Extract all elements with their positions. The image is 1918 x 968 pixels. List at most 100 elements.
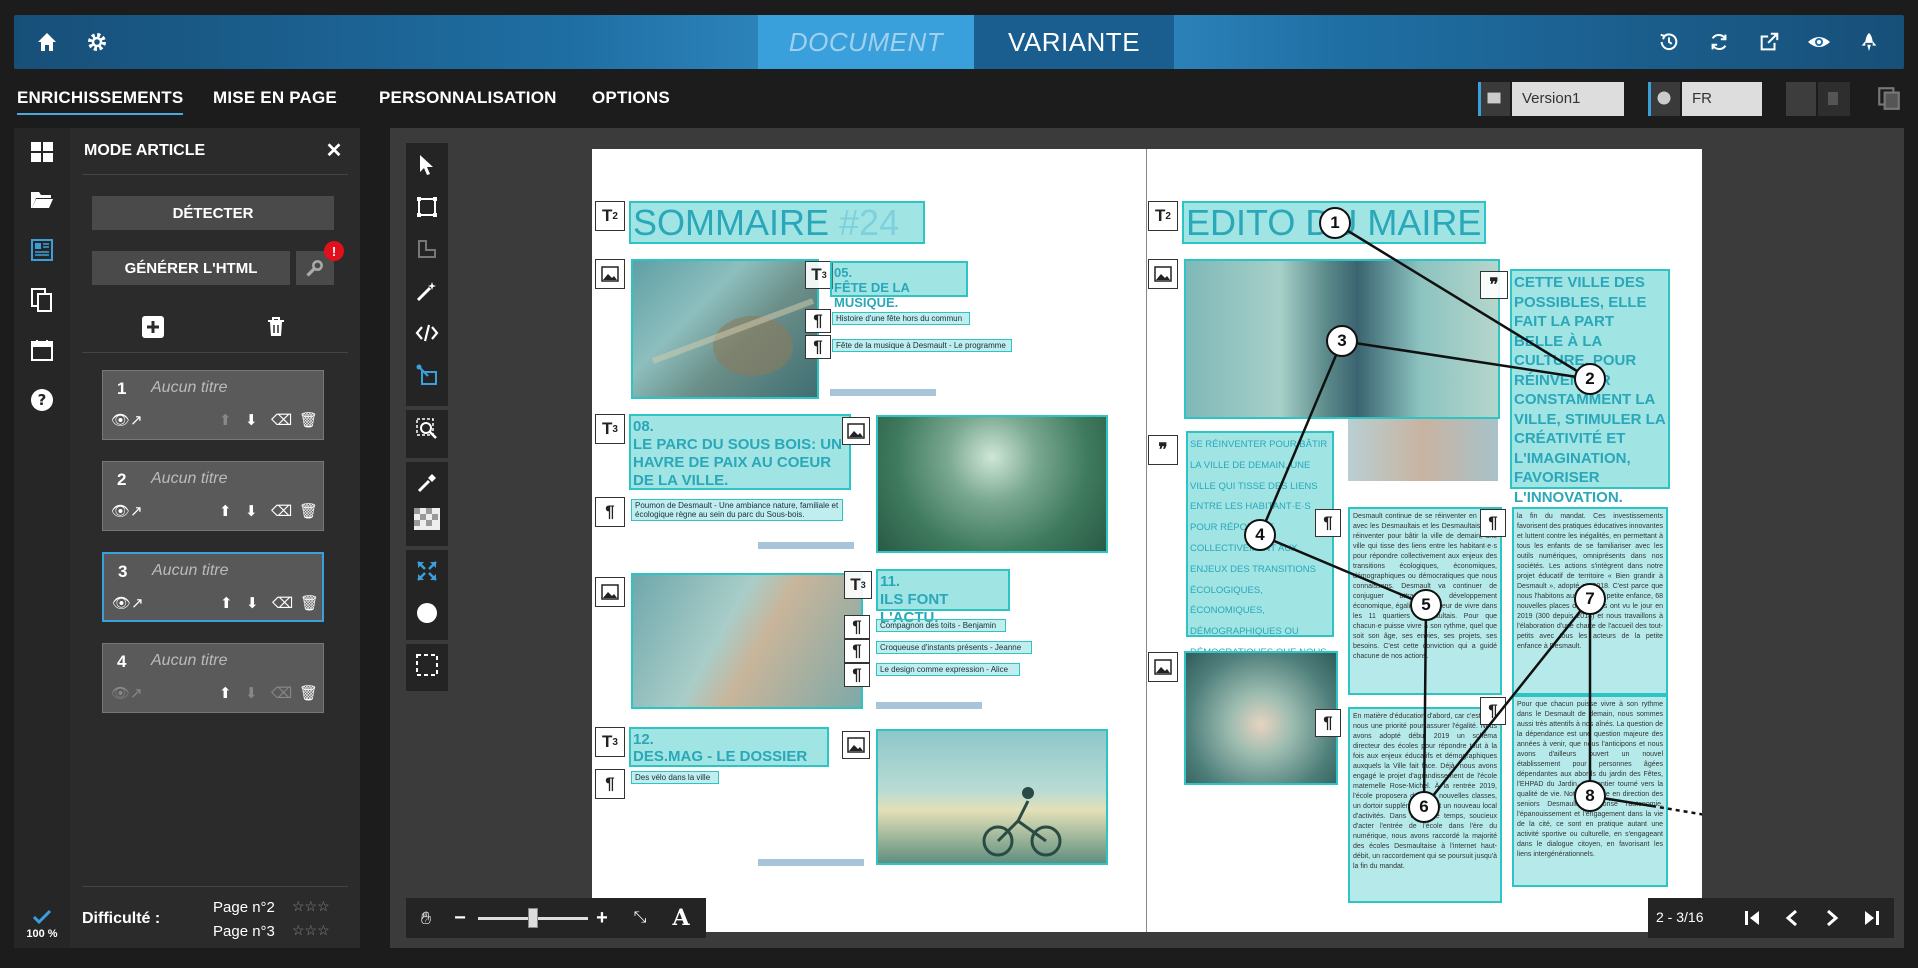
article-title[interactable]: Aucun titre xyxy=(151,470,227,488)
progress-label: 100 % xyxy=(26,928,58,940)
delete-icon[interactable]: 🗑︎ xyxy=(299,411,318,429)
magic-wand-icon[interactable] xyxy=(406,272,448,310)
order-marker-2[interactable]: 2 xyxy=(1574,363,1606,395)
pages-icon[interactable] xyxy=(28,286,56,314)
rocket-icon[interactable] xyxy=(1854,27,1884,57)
panel-title: MODE ARTICLE xyxy=(84,142,206,159)
fit-page-icon[interactable]: ⤡ xyxy=(628,906,652,930)
detect-button[interactable]: DÉTECTER xyxy=(92,196,334,230)
move-up-icon[interactable]: ⬆ xyxy=(219,502,232,520)
move-down-icon[interactable]: ⬇ xyxy=(246,594,259,612)
check-icon xyxy=(30,908,54,926)
divider xyxy=(82,174,348,175)
article-mode-icon[interactable] xyxy=(28,236,56,264)
delete-icon[interactable]: 🗑︎ xyxy=(300,594,319,612)
move-down-icon[interactable]: ⬇ xyxy=(245,502,258,520)
order-marker-1[interactable]: 1 xyxy=(1319,207,1351,239)
refresh-icon[interactable] xyxy=(1704,27,1734,57)
eraser-icon[interactable]: ⌫ xyxy=(271,411,292,429)
globe-icon xyxy=(1648,82,1680,116)
gear-icon[interactable] xyxy=(82,27,112,57)
generate-html-button[interactable]: GÉNÉRER L'HTML xyxy=(92,251,290,285)
eraser-icon[interactable]: ⌫ xyxy=(271,502,292,520)
add-article-icon[interactable] xyxy=(142,316,164,338)
article-card-2[interactable]: 2 Aucun titre 👁︎↗ ⬆ ⬇ ⌫ 🗑︎ xyxy=(102,461,324,531)
zoom-out-icon[interactable]: − xyxy=(450,906,470,930)
article-number: 1 xyxy=(117,379,127,398)
code-icon[interactable] xyxy=(406,314,448,352)
article-title[interactable]: Aucun titre xyxy=(151,379,227,397)
article-card-1[interactable]: 1 Aucun titre 👁︎↗ ⬆ ⬇ ⌫ 🗑︎ xyxy=(102,370,324,440)
transparency-icon[interactable] xyxy=(406,500,448,538)
zoom-slider-thumb[interactable] xyxy=(528,908,538,928)
double-page-toggle[interactable] xyxy=(1818,82,1850,116)
dashed-select-icon[interactable] xyxy=(406,646,448,684)
circle-icon[interactable] xyxy=(406,594,448,632)
tab-document[interactable]: DOCUMENT xyxy=(758,15,974,69)
order-marker-6[interactable]: 6 xyxy=(1408,791,1440,823)
help-icon[interactable]: ? xyxy=(28,386,56,414)
order-marker-5[interactable]: 5 xyxy=(1410,589,1442,621)
hand-tool-icon[interactable]: ✋︎ xyxy=(414,906,438,930)
wrench-icon xyxy=(306,260,323,277)
difficulty-stars[interactable]: ☆☆☆ xyxy=(292,898,330,915)
trash-icon[interactable] xyxy=(266,316,286,338)
eye-icon[interactable] xyxy=(1804,27,1834,57)
single-page-toggle[interactable] xyxy=(1786,82,1816,116)
article-title[interactable]: Aucun titre xyxy=(151,652,227,670)
move-down-icon: ⬇ xyxy=(245,685,258,702)
order-marker-4[interactable]: 4 xyxy=(1244,519,1276,551)
menu-options[interactable]: OPTIONS xyxy=(592,88,670,108)
folder-icon[interactable] xyxy=(28,186,56,214)
order-marker-7[interactable]: 7 xyxy=(1574,583,1606,615)
difficulty-stars[interactable]: ☆☆☆ xyxy=(292,922,330,939)
zoom-area-icon[interactable] xyxy=(406,410,448,448)
tab-variante[interactable]: VARIANTE xyxy=(974,15,1174,69)
history-icon[interactable] xyxy=(1654,27,1684,57)
prev-page-icon[interactable] xyxy=(1780,906,1804,930)
order-marker-8[interactable]: 8 xyxy=(1574,780,1606,812)
copy-icon[interactable] xyxy=(1876,84,1906,114)
article-card-4[interactable]: 4 Aucun titre 👁︎↗ ⬆ ⬇ ⌫ 🗑︎ xyxy=(102,643,324,713)
svg-text:?: ? xyxy=(38,391,47,409)
eyedropper-icon[interactable] xyxy=(406,464,448,502)
move-up-icon: ⬆ xyxy=(219,412,232,429)
link-frame-icon[interactable] xyxy=(406,356,448,394)
visibility-edit-icon[interactable]: 👁︎↗ xyxy=(111,502,143,520)
difficulty-label: Difficulté : xyxy=(82,910,161,927)
select-arrow-icon[interactable] xyxy=(406,146,448,184)
menu-enrichissements[interactable]: ENRICHISSEMENTS xyxy=(17,88,184,115)
text-tool-icon[interactable]: A xyxy=(668,904,694,932)
article-number: 3 xyxy=(118,562,128,581)
order-marker-3[interactable]: 3 xyxy=(1326,325,1358,357)
next-page-icon[interactable] xyxy=(1820,906,1844,930)
delete-icon[interactable]: 🗑︎ xyxy=(299,684,318,702)
delete-icon[interactable]: 🗑︎ xyxy=(299,502,318,520)
book-icon xyxy=(1478,82,1510,116)
zoom-in-icon[interactable]: + xyxy=(592,906,612,930)
move-down-icon[interactable]: ⬇ xyxy=(245,411,258,429)
external-link-icon[interactable] xyxy=(1754,27,1784,57)
visibility-edit-icon[interactable]: 👁︎↗ xyxy=(111,411,143,429)
frame-tool-icon[interactable] xyxy=(406,188,448,226)
home-icon[interactable] xyxy=(32,27,62,57)
calendar-icon[interactable] xyxy=(28,336,56,364)
first-page-icon[interactable] xyxy=(1740,906,1764,930)
close-icon[interactable]: ✕ xyxy=(324,140,344,162)
move-up-icon[interactable]: ⬆ xyxy=(219,684,232,702)
article-title[interactable]: Aucun titre xyxy=(152,562,228,580)
eraser-icon[interactable]: ⌫ xyxy=(272,594,293,612)
visibility-edit-icon[interactable]: 👁︎↗ xyxy=(112,594,144,612)
grid-icon[interactable] xyxy=(28,138,56,166)
expand-icon[interactable] xyxy=(406,552,448,590)
language-select[interactable]: FR xyxy=(1682,82,1762,116)
menu-mise-en-page[interactable]: MISE EN PAGE xyxy=(213,88,337,108)
divider xyxy=(82,352,348,353)
menu-personnalisation[interactable]: PERSONNALISATION xyxy=(379,88,557,108)
eraser-icon: ⌫ xyxy=(271,685,293,702)
article-card-3[interactable]: 3 Aucun titre 👁︎↗ ⬆ ⬇ ⌫ 🗑︎ xyxy=(102,552,324,622)
move-up-icon[interactable]: ⬆ xyxy=(220,594,233,612)
page-navigation: 2 - 3/16 xyxy=(1648,898,1894,938)
last-page-icon[interactable] xyxy=(1860,906,1884,930)
version-select[interactable]: Version1 xyxy=(1512,82,1624,116)
